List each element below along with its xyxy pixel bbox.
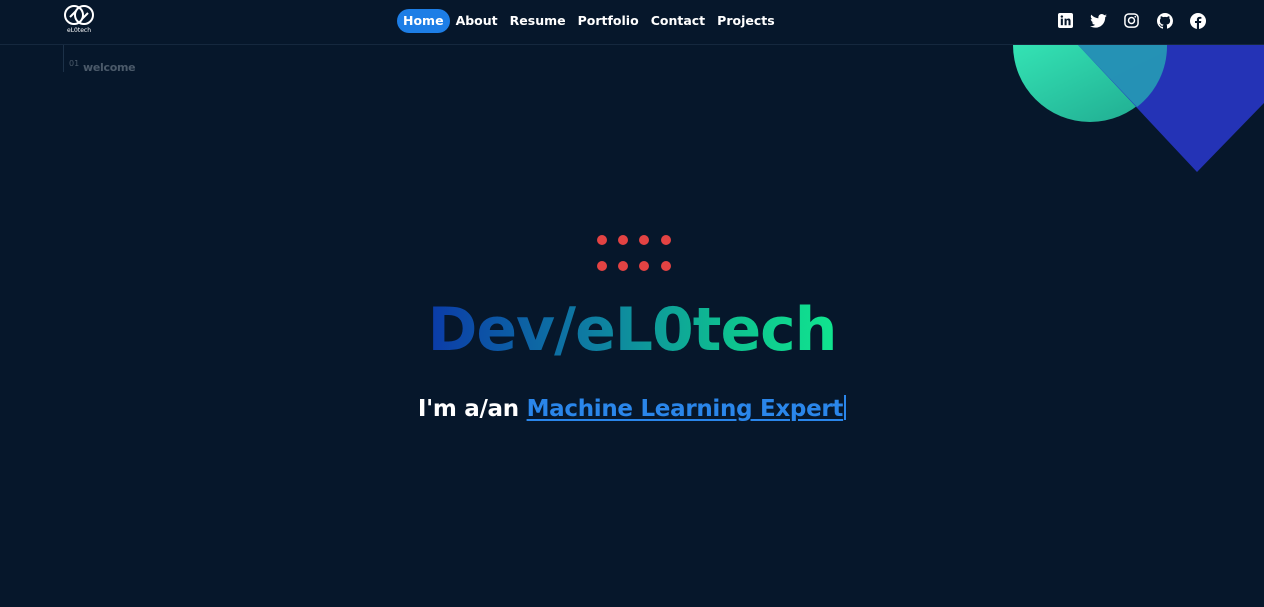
social-links: [1041, 12, 1206, 29]
nav-portfolio[interactable]: Portfolio: [572, 9, 645, 33]
dots-decoration: [595, 234, 675, 274]
hero-subtitle: I'm a/an Machine Learning Expert: [0, 392, 1264, 426]
hero-prefix: I'm a/an: [417, 396, 527, 422]
nav-contact[interactable]: Contact: [645, 9, 711, 33]
section-label: welcome: [83, 61, 136, 74]
nav-projects[interactable]: Projects: [711, 9, 781, 33]
section-indicator: 01 welcome: [63, 45, 136, 74]
instagram-icon[interactable]: [1123, 12, 1140, 29]
site-logo[interactable]: eL0tech: [62, 4, 96, 36]
page: eL0tech Home About Resume Portfolio Cont…: [0, 0, 1264, 607]
github-icon[interactable]: [1156, 12, 1173, 29]
decorative-shapes: [1013, 45, 1264, 172]
navbar: eL0tech Home About Resume Portfolio Cont…: [0, 0, 1264, 45]
main-nav: Home About Resume Portfolio Contact Proj…: [397, 9, 781, 33]
hero-title: Dev/eL0tech: [0, 292, 1264, 368]
logo-text: eL0tech: [67, 27, 91, 34]
section-number: 01: [69, 59, 80, 68]
twitter-icon[interactable]: [1090, 12, 1107, 29]
typed-role[interactable]: Machine Learning Expert: [527, 396, 844, 422]
nav-about[interactable]: About: [450, 9, 504, 33]
facebook-icon[interactable]: [1189, 12, 1206, 29]
hero-title-text: Dev/eL0tech: [427, 295, 838, 365]
nav-home[interactable]: Home: [397, 9, 450, 33]
logo-icon: [64, 5, 94, 25]
typing-cursor: [844, 395, 847, 420]
nav-resume[interactable]: Resume: [504, 9, 572, 33]
linkedin-icon[interactable]: [1057, 12, 1074, 29]
